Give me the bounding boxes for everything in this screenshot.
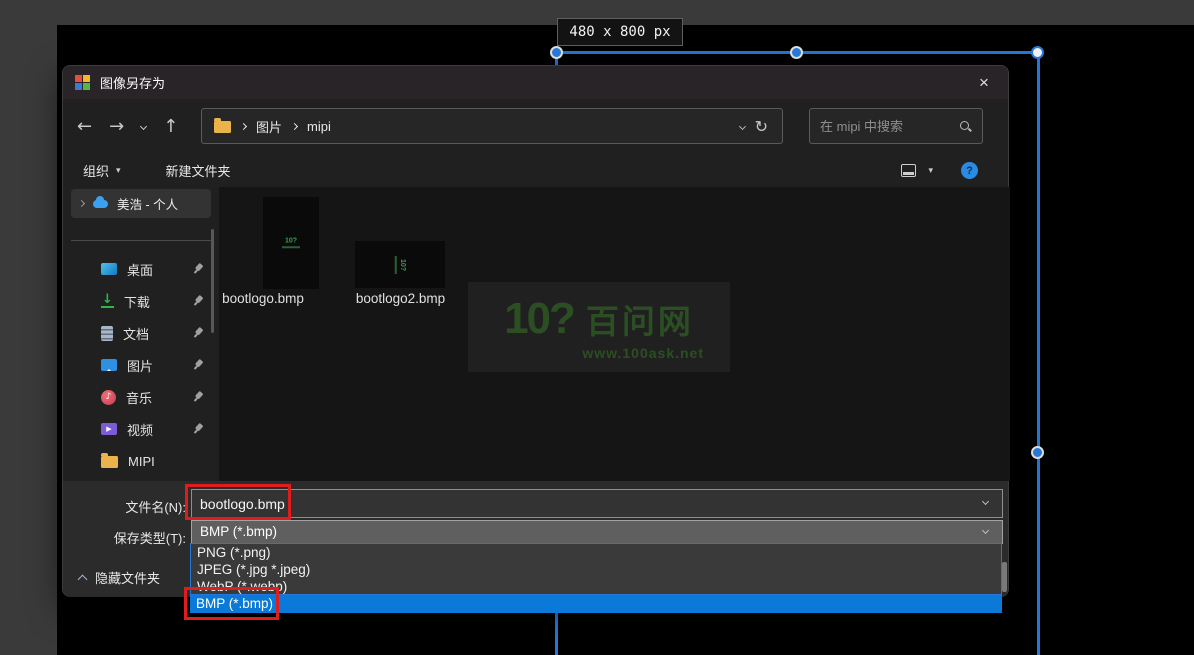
- sidebar-item-label: 文档: [123, 324, 149, 343]
- crop-handle-top-mid[interactable]: [790, 46, 803, 59]
- breadcrumb-mipi[interactable]: mipi: [307, 119, 331, 134]
- organize-label: 组织: [83, 161, 109, 180]
- dropdown-option-webp[interactable]: WebP (*.webp): [191, 578, 1001, 595]
- savetype-label: 保存类型(T):: [63, 528, 186, 547]
- pictures-icon: [101, 359, 117, 371]
- up-icon[interactable]: ↑: [163, 116, 178, 137]
- pin-icon: [189, 389, 205, 405]
- dropdown-scrollbar[interactable]: [1002, 562, 1007, 592]
- organize-button[interactable]: 组织 ▾: [83, 161, 121, 180]
- watermark-site-name: 百问网: [586, 295, 694, 343]
- download-icon: ↓: [101, 294, 114, 308]
- sidebar-item-label: MIPI: [128, 454, 155, 469]
- annotation-rect-filename: [185, 484, 291, 520]
- hide-folders-button[interactable]: 隐藏文件夹: [79, 568, 160, 587]
- sidebar-item-music[interactable]: ♪ 音乐: [71, 381, 211, 413]
- crop-right-edge[interactable]: [1037, 51, 1040, 655]
- folder-icon: [214, 121, 231, 133]
- sidebar-item-mipi[interactable]: MIPI: [71, 445, 211, 477]
- pin-icon: [189, 261, 205, 277]
- sidebar-item-onedrive[interactable]: 美浩 - 个人: [71, 189, 211, 218]
- breadcrumb-chevron-icon: [240, 122, 247, 129]
- onedrive-cloud-icon: [93, 200, 108, 208]
- dropdown-option-jpeg[interactable]: JPEG (*.jpg *.jpeg): [191, 561, 1001, 578]
- crop-handle-right-mid[interactable]: [1031, 446, 1044, 459]
- search-box: [809, 108, 983, 144]
- file-thumbnail-bootlogo2[interactable]: 10?: [355, 241, 445, 288]
- sidebar-item-label: 视频: [127, 420, 153, 439]
- filename-label: 文件名(N):: [63, 497, 186, 516]
- crop-handle-top-right[interactable]: [1031, 46, 1044, 59]
- help-button[interactable]: ?: [961, 162, 978, 179]
- close-icon[interactable]: ×: [968, 70, 1000, 96]
- watermark: 10? 百问网 www.100ask.net: [468, 282, 730, 372]
- pin-icon: [189, 325, 205, 341]
- crop-handle-top-left[interactable]: [550, 46, 563, 59]
- chevron-up-icon: [78, 574, 88, 584]
- hide-folders-label: 隐藏文件夹: [95, 568, 160, 587]
- dialog-title: 图像另存为: [100, 73, 165, 92]
- sidebar-item-label: 桌面: [127, 260, 153, 279]
- pin-icon: [189, 293, 205, 309]
- breadcrumb-pictures[interactable]: 图片: [256, 117, 282, 136]
- filename-input[interactable]: [191, 489, 1003, 518]
- dropdown-option-bmp-selected[interactable]: BMP (*.bmp): [190, 595, 1002, 613]
- search-icon[interactable]: [959, 120, 972, 133]
- document-icon: [101, 326, 113, 341]
- sidebar-item-label: 下载: [124, 292, 150, 311]
- file-thumbnail-bootlogo[interactable]: 10?: [263, 197, 319, 289]
- organize-caret-icon: ▾: [116, 165, 121, 176]
- sidebar-item-label: 图片: [127, 356, 153, 375]
- sidebar-item-pictures[interactable]: 图片: [71, 349, 211, 381]
- music-icon: ♪: [101, 390, 116, 405]
- back-icon[interactable]: ←: [77, 116, 92, 137]
- folder-icon: [101, 456, 118, 468]
- video-icon: ▶: [101, 423, 117, 435]
- crop-size-tooltip: 480 x 800 px: [557, 18, 683, 46]
- savetype-dropdown-list: PNG (*.png) JPEG (*.jpg *.jpeg) WebP (*.…: [190, 543, 1002, 595]
- sidebar-item-label: 音乐: [126, 388, 152, 407]
- desktop-icon: [101, 263, 117, 275]
- address-dropdown-icon[interactable]: [739, 122, 746, 129]
- onedrive-label: 美浩 - 个人: [117, 194, 178, 213]
- dropdown-option-png[interactable]: PNG (*.png): [191, 544, 1001, 561]
- file-name-label[interactable]: bootlogo.bmp: [205, 291, 321, 306]
- view-mode-caret-icon[interactable]: ▾: [928, 165, 933, 176]
- history-chevron-icon[interactable]: [140, 123, 147, 130]
- thumbnail-logo-glyph: 10?: [263, 238, 319, 248]
- app-logo-icon: [75, 75, 90, 90]
- sidebar-scrollbar[interactable]: [211, 229, 214, 333]
- annotation-rect-bmp-option: [184, 587, 279, 620]
- screen: 480 x 800 px 图像另存为 × ← → ↑ 图片 mipi: [0, 0, 1194, 655]
- forward-icon[interactable]: →: [109, 116, 124, 137]
- view-mode-icon[interactable]: [901, 164, 916, 177]
- refresh-icon[interactable]: ↻: [755, 117, 768, 136]
- watermark-url: www.100ask.net: [468, 345, 730, 361]
- watermark-logo: 10?: [504, 294, 574, 344]
- expand-chevron-icon[interactable]: [78, 200, 85, 207]
- address-bar[interactable]: 图片 mipi ↻: [201, 108, 783, 144]
- dialog-titlebar: 图像另存为 ×: [63, 66, 1008, 99]
- savetype-select[interactable]: BMP (*.bmp): [191, 520, 1003, 544]
- pin-icon: [189, 357, 205, 373]
- file-name-label[interactable]: bootlogo2.bmp: [348, 291, 453, 306]
- navigation-bar: ← → ↑ 图片 mipi ↻: [63, 99, 1008, 154]
- sidebar-item-desktop[interactable]: 桌面: [71, 253, 211, 285]
- new-folder-button[interactable]: 新建文件夹: [166, 161, 231, 180]
- sidebar-divider: [71, 240, 211, 241]
- sidebar-item-documents[interactable]: 文档: [71, 317, 211, 349]
- new-folder-label: 新建文件夹: [166, 161, 231, 180]
- command-bar: 组织 ▾ 新建文件夹 ▾ ?: [63, 154, 1008, 187]
- sidebar-item-videos[interactable]: ▶ 视频: [71, 413, 211, 445]
- sidebar-item-downloads[interactable]: ↓ 下载: [71, 285, 211, 317]
- breadcrumb-chevron-icon: [291, 122, 298, 129]
- pin-icon: [189, 421, 205, 437]
- search-input[interactable]: [820, 119, 959, 134]
